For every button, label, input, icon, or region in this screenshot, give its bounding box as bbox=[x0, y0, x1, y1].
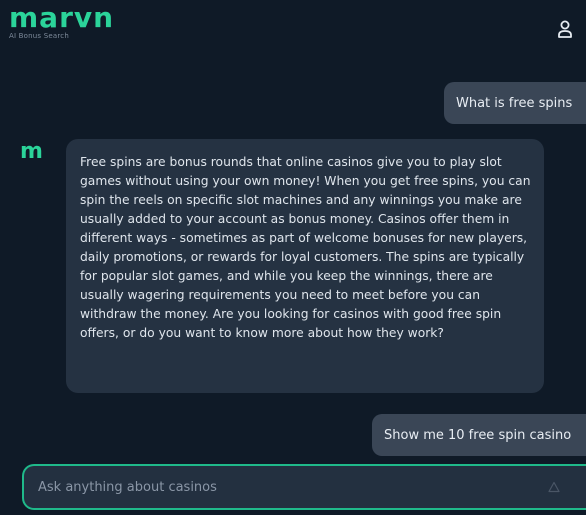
composer bbox=[22, 464, 586, 510]
header: marvn AI Bonus Search bbox=[0, 0, 586, 58]
user-icon bbox=[558, 20, 572, 38]
user-button[interactable] bbox=[554, 18, 576, 40]
send-icon bbox=[548, 481, 560, 493]
chat-app: marvn AI Bonus Search What is free spins… bbox=[0, 0, 586, 515]
send-button[interactable] bbox=[544, 477, 564, 497]
bot-avatar: m bbox=[20, 139, 43, 164]
assistant-message: Free spins are bonus rounds that online … bbox=[66, 139, 544, 393]
brand: marvn AI Bonus Search bbox=[9, 1, 115, 41]
user-message: What is free spins bbox=[444, 82, 586, 124]
logo: marvn bbox=[9, 1, 115, 34]
message-text: Free spins are bonus rounds that online … bbox=[80, 155, 531, 340]
user-message: Show me 10 free spin casino bbox=[372, 414, 586, 456]
message-text: Show me 10 free spin casino bbox=[384, 427, 572, 443]
chat-input[interactable] bbox=[38, 479, 544, 495]
message-text: What is free spins bbox=[456, 95, 573, 111]
